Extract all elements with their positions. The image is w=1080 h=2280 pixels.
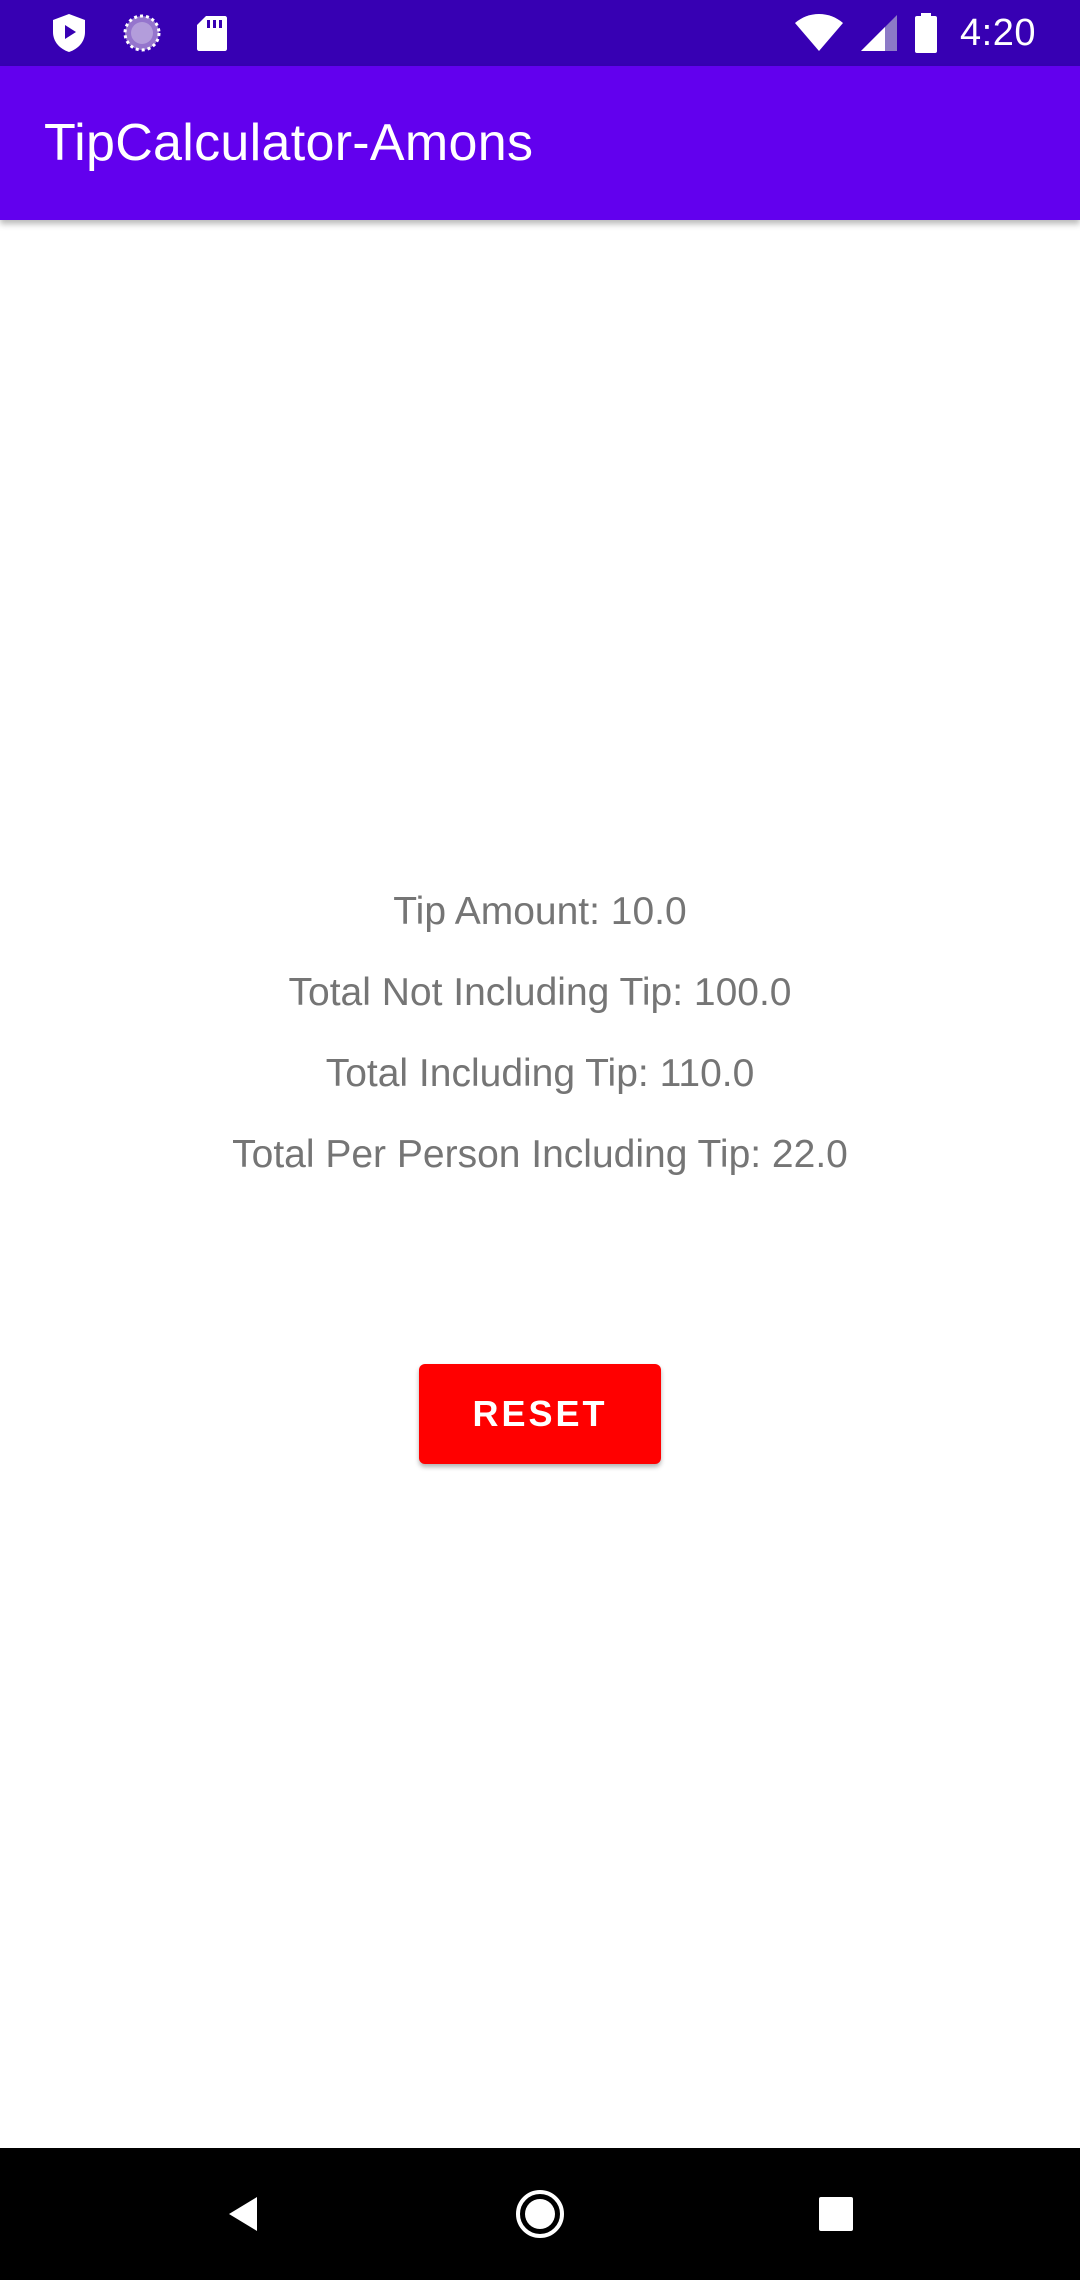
status-bar-right-icons: 4:20 <box>794 10 1036 56</box>
total-per-person-text: Total Per Person Including Tip: 22.0 <box>232 1133 848 1176</box>
tip-amount-text: Tip Amount: 10.0 <box>393 890 687 933</box>
status-bar-left-icons <box>50 12 228 54</box>
back-icon <box>229 2197 257 2231</box>
status-bar: 4:20 <box>0 0 1080 66</box>
home-icon <box>516 2190 564 2238</box>
results-panel: Tip Amount: 10.0 Total Not Including Tip… <box>0 880 1080 1204</box>
back-button[interactable] <box>183 2148 303 2280</box>
reset-button[interactable]: RESET <box>419 1364 661 1464</box>
total-including-tip-text: Total Including Tip: 110.0 <box>325 1052 755 1095</box>
sync-circle-icon <box>123 14 161 52</box>
shield-notification-icon <box>53 14 85 52</box>
sd-card-icon <box>197 16 227 51</box>
cell-signal-icon <box>861 15 898 51</box>
app-title: TipCalculator-Amons <box>44 114 534 172</box>
phone-screen: 4:20 TipCalculator-Amons Tip Amount: 10.… <box>0 0 1080 2280</box>
battery-icon <box>915 13 938 53</box>
wifi-icon <box>795 14 844 51</box>
navigation-bar <box>0 2148 1080 2280</box>
recents-icon <box>819 2197 853 2231</box>
home-button[interactable] <box>480 2148 600 2280</box>
status-time: 4:20 <box>960 11 1036 54</box>
total-not-including-tip-text: Total Not Including Tip: 100.0 <box>288 971 792 1014</box>
recents-button[interactable] <box>776 2148 896 2280</box>
app-bar: TipCalculator-Amons <box>0 66 1080 220</box>
